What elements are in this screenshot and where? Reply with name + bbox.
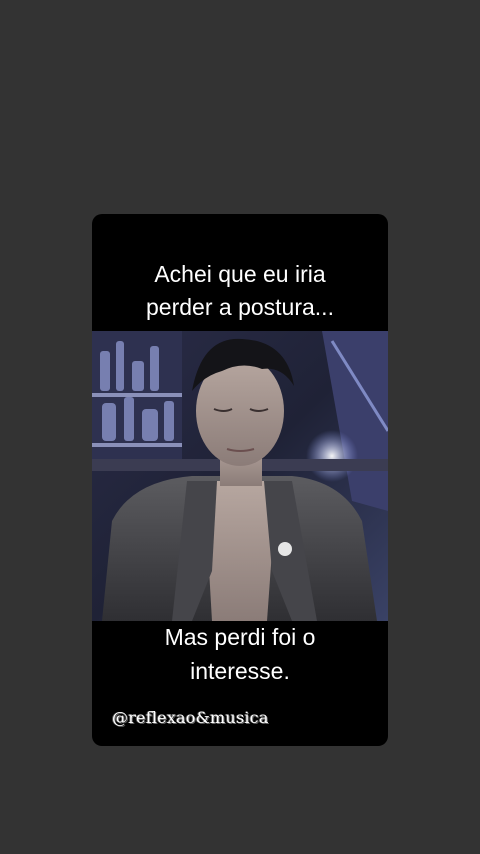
man-in-leather-jacket-image xyxy=(92,331,388,621)
caption-top-line-2: perder a postura... xyxy=(146,294,334,320)
account-watermark: @reflexao&musica xyxy=(112,708,269,727)
caption-top: Achei que eu iria perder a postura... xyxy=(92,258,388,324)
caption-top-line-1: Achei que eu iria xyxy=(154,261,326,287)
caption-bottom: Mas perdi foi o interesse. xyxy=(92,620,388,688)
caption-bottom-line-2: interesse. xyxy=(190,658,290,684)
screen: Achei que eu iria perder a postura... Ma… xyxy=(0,0,480,854)
story-card[interactable]: Achei que eu iria perder a postura... Ma… xyxy=(92,214,388,746)
caption-bottom-line-1: Mas perdi foi o xyxy=(164,624,316,650)
post-photo xyxy=(92,331,388,621)
